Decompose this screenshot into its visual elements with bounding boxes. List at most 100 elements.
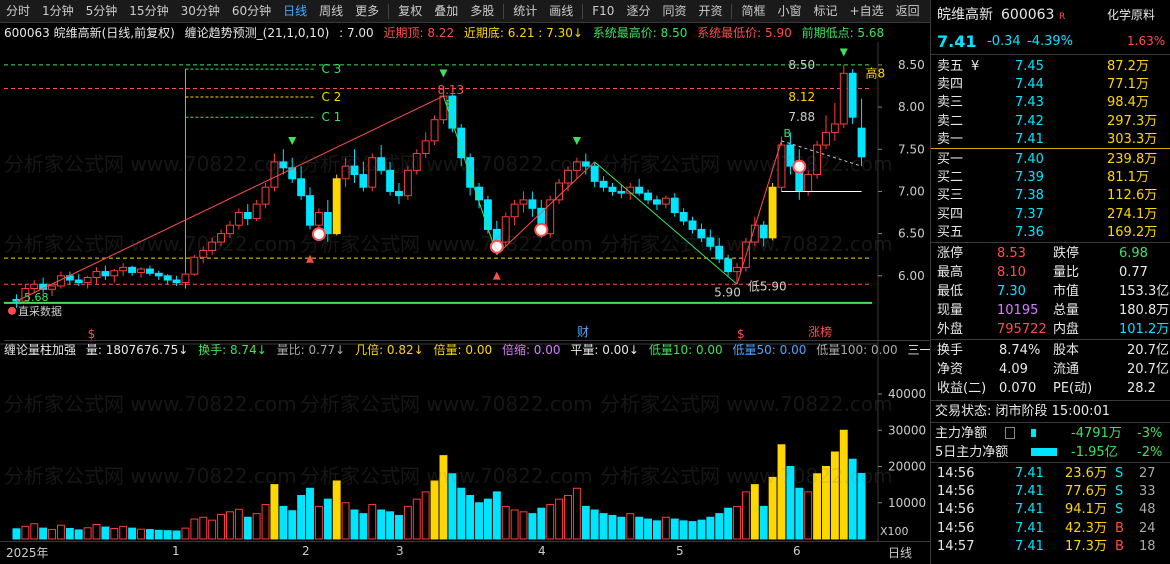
tick-row[interactable]: 14:56 7.41 42.3万 B 24	[931, 519, 1170, 538]
volume-bar[interactable]	[528, 513, 537, 540]
price-chart[interactable]: 8.508.007.507.006.506.00C 3C 2C 18.13BB8…	[0, 42, 930, 360]
candle-body[interactable]	[234, 212, 243, 226]
toolbar-button[interactable]: 周线	[313, 0, 349, 23]
toolbar-button[interactable]: 60分钟	[226, 0, 277, 23]
volume-bar[interactable]	[830, 451, 839, 540]
volume-bar[interactable]	[715, 513, 724, 540]
volume-bar[interactable]	[92, 524, 101, 540]
toolbar-button[interactable]: 多股	[464, 0, 500, 23]
toolbar-button[interactable]: 分时	[0, 0, 36, 23]
candle-body[interactable]	[83, 277, 92, 284]
candle-body[interactable]	[359, 174, 368, 188]
volume-bar[interactable]	[21, 525, 30, 540]
candle-body[interactable]	[74, 279, 83, 284]
volume-bar[interactable]	[288, 510, 297, 540]
candle-body[interactable]	[715, 245, 724, 260]
volume-bar[interactable]	[48, 529, 56, 540]
volume-bar[interactable]	[501, 505, 510, 540]
volume-bar[interactable]	[297, 495, 306, 540]
volume-bar[interactable]	[412, 498, 421, 540]
stat-row[interactable]: 净资 4.09 流通 20.7亿	[931, 360, 1170, 379]
toolbar-button[interactable]: 复权	[392, 0, 428, 23]
candle-body[interactable]	[297, 178, 306, 197]
ask-row[interactable]: 卖五 ¥7.45 87.2万	[931, 57, 1170, 76]
volume-bar[interactable]	[555, 498, 564, 540]
candle-body[interactable]	[119, 266, 128, 272]
volume-bar[interactable]	[430, 480, 439, 540]
candle-body[interactable]	[101, 271, 110, 277]
ask-row[interactable]: 卖一 7.41 303.3万	[931, 130, 1170, 149]
candle-body[interactable]	[510, 203, 519, 218]
volume-bar[interactable]	[777, 444, 786, 540]
stat-row[interactable]: 涨停 8.53 跌停 6.98	[931, 244, 1170, 263]
volume-bar[interactable]	[795, 487, 804, 540]
toolbar-button[interactable]: 逐分	[620, 0, 656, 23]
candle-body[interactable]	[635, 186, 644, 194]
candle-body[interactable]	[519, 199, 528, 205]
candle-body[interactable]	[733, 266, 741, 273]
bid-row[interactable]: 买一 7.40 239.8万	[931, 150, 1170, 169]
candle-body[interactable]	[804, 174, 813, 192]
tick-row[interactable]: 14:56 7.41 23.6万 S 27	[931, 464, 1170, 483]
buy-signal-icon[interactable]	[792, 159, 807, 174]
candle-body[interactable]	[483, 199, 492, 230]
buy-signal-icon[interactable]	[534, 222, 549, 237]
volume-bar[interactable]	[768, 476, 777, 540]
candle-body[interactable]	[190, 256, 199, 275]
volume-bar[interactable]	[270, 484, 279, 540]
vol-indicator-name[interactable]: 缠论量柱加强	[4, 343, 76, 357]
candle-body[interactable]	[261, 186, 270, 205]
volume-bar[interactable]	[564, 495, 572, 540]
candle-body[interactable]	[306, 195, 314, 226]
volume-bar[interactable]	[848, 458, 857, 540]
volume-bar[interactable]	[252, 513, 261, 540]
tick-row[interactable]: 14:56 7.41 77.6万 S 33	[931, 482, 1170, 501]
volume-bar[interactable]	[154, 529, 163, 540]
volume-bar[interactable]	[395, 514, 403, 540]
volume-bar[interactable]	[208, 519, 217, 540]
candle-body[interactable]	[839, 72, 848, 125]
stat-row[interactable]: 现量 10195 总量 180.8万	[931, 301, 1170, 320]
candle-body[interactable]	[128, 266, 137, 273]
volume-bar[interactable]	[733, 505, 741, 540]
candle-body[interactable]	[341, 165, 350, 180]
candle-body[interactable]	[181, 273, 190, 284]
toolbar-button[interactable]: +自选	[844, 0, 890, 23]
candle-body[interactable]	[208, 241, 217, 251]
volume-bar[interactable]	[644, 518, 653, 540]
volume-bar[interactable]	[341, 502, 350, 540]
volume-bar[interactable]	[377, 509, 386, 540]
candle-body[interactable]	[377, 157, 386, 171]
stat-row[interactable]: 换手 8.74% 股本 20.7亿	[931, 341, 1170, 360]
candle-body[interactable]	[822, 131, 830, 146]
volume-bar[interactable]	[217, 513, 226, 540]
volume-bar[interactable]	[475, 502, 483, 540]
buy-signal-icon[interactable]	[489, 239, 504, 254]
volume-bar[interactable]	[403, 505, 412, 540]
volume-bar[interactable]	[510, 509, 519, 540]
volume-bar[interactable]	[697, 519, 706, 540]
ask-row[interactable]: 卖三 7.43 98.4万	[931, 93, 1170, 112]
volume-bar[interactable]	[617, 516, 626, 540]
toolbar-button[interactable]: 统计	[507, 0, 543, 23]
tick-row[interactable]: 14:56 7.41 94.1万 S 48	[931, 500, 1170, 519]
candle-body[interactable]	[617, 190, 626, 194]
toolbar-button[interactable]: 小窗	[772, 0, 808, 23]
volume-bar[interactable]	[724, 507, 733, 540]
bid-row[interactable]: 买四 7.37 274.1万	[931, 205, 1170, 224]
volume-bar[interactable]	[145, 529, 154, 540]
candle-body[interactable]	[30, 283, 39, 289]
volume-bar[interactable]	[137, 528, 145, 540]
stat-row[interactable]: 最高 8.10 量比 0.77	[931, 263, 1170, 282]
volume-bar[interactable]	[750, 484, 759, 540]
volume-bar[interactable]	[12, 528, 21, 540]
volume-bar[interactable]	[741, 491, 750, 540]
candle-body[interactable]	[226, 224, 234, 235]
toolbar-button[interactable]: 5分钟	[80, 0, 124, 23]
candle-body[interactable]	[786, 144, 795, 167]
industry-tag[interactable]: 化学原料	[1107, 6, 1155, 25]
volume-bar[interactable]	[323, 498, 332, 540]
candle-body[interactable]	[386, 169, 395, 192]
candle-body[interactable]	[279, 161, 288, 169]
candle-body[interactable]	[759, 224, 768, 239]
